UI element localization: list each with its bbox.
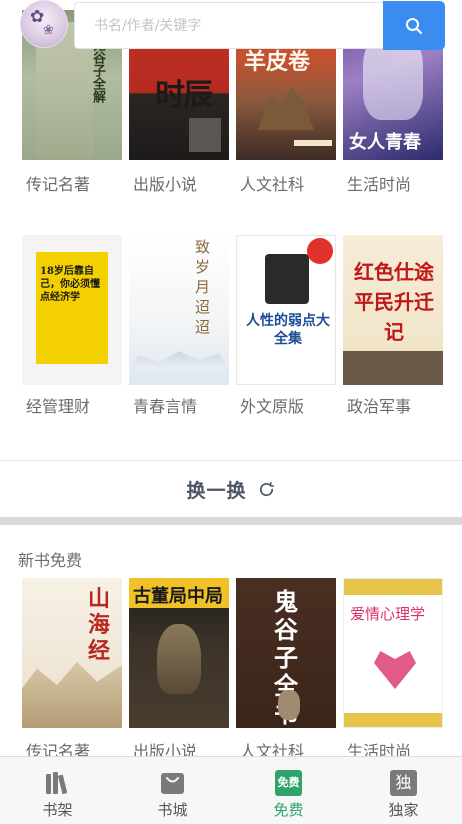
exclusive-badge-text: 独 [395,773,412,792]
free-badge-icon: 免费 [275,770,302,796]
category-label: 经管理财 [26,397,91,416]
tab-label: 独家 [388,801,419,819]
cover-title: 时辰 [155,78,213,113]
category-label: 传记名著 [26,175,91,194]
search-field[interactable] [74,2,384,49]
exclusive-badge-icon: 独 [390,770,417,796]
refresh-label: 换一换 [186,479,247,502]
book-cover[interactable]: 鬼谷子全书 [236,578,336,728]
cover-title: 18岁后靠自己，你必须懂点经济学 [40,266,100,303]
book-cover[interactable]: 山海经 [22,578,122,728]
section-title: 新书免费 [18,551,83,570]
tab-free[interactable]: 免费 免费 [231,757,346,824]
avatar[interactable]: ✿ ❀ [20,0,68,48]
category-label: 政治军事 [347,397,412,416]
book-cover[interactable]: 18岁后靠自己，你必须懂点经济学 [22,235,122,385]
tab-label: 书城 [157,801,188,819]
book-cover[interactable]: 致岁月迢迢 [129,235,229,385]
refresh-icon [259,481,274,496]
cover-title: 古董局中局 [133,586,223,607]
search-icon [406,17,423,34]
cover-title: 山海经 [88,586,111,664]
search-header: ✿ ❀ [0,0,462,50]
book-cover[interactable]: 古董局中局 [129,578,229,728]
section-divider [0,517,462,525]
category-label: 外文原版 [240,397,305,416]
bottom-tab-bar: 书架 书城 免费 免费 独 独家 [0,756,462,824]
book-cover[interactable]: 人性的弱点大全集 [236,235,336,385]
bookstore-bag-icon [161,773,184,794]
tab-label: 免费 [273,801,304,819]
cover-title: 女人青春 [349,132,421,153]
category-label: 青春言情 [133,397,198,416]
bookshelf-icon [46,772,68,794]
cover-title: 爱情心理学 [350,605,426,623]
category-label: 人文社科 [240,175,305,194]
tab-exclusive[interactable]: 独 独家 [346,757,461,824]
tab-label: 书架 [42,801,73,819]
book-cover[interactable]: 爱情心理学 [343,578,443,728]
cover-title: 人性的弱点大全集 [246,313,330,347]
tab-bookshelf[interactable]: 书架 [0,757,115,824]
cover-title: 致岁月迢迢 [195,238,211,336]
tab-bookstore[interactable]: 书城 [115,757,230,824]
refresh-button[interactable]: 换一换 [0,461,462,517]
cover-title: 红色仕途 平民升迁记 [354,260,434,344]
free-badge-text: 免费 [277,776,300,789]
category-label: 出版小说 [133,175,198,194]
category-label: 生活时尚 [347,175,412,194]
search-button[interactable] [383,1,445,50]
book-cover[interactable]: 红色仕途 平民升迁记 [343,235,443,385]
search-input[interactable] [75,3,384,48]
